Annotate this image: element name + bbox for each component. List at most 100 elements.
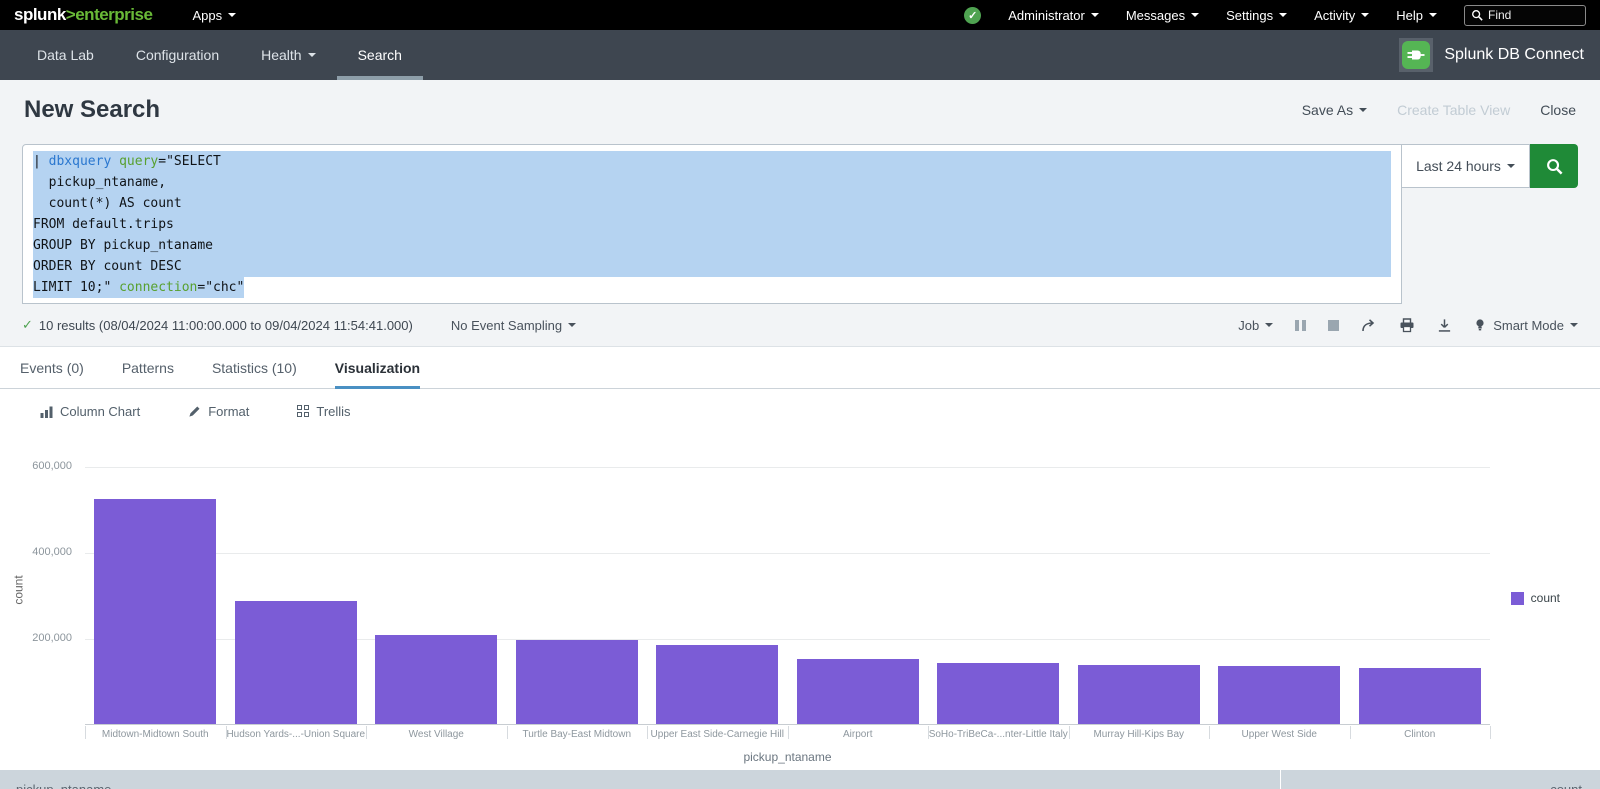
time-range-label: Last 24 hours [1416, 158, 1501, 174]
x-tick-label: Turtle Bay-East Midtown [507, 729, 648, 740]
activity-menu[interactable]: Activity [1314, 8, 1369, 23]
print-button[interactable] [1399, 318, 1415, 333]
x-axis-tick [1350, 726, 1351, 739]
nav-item-configuration[interactable]: Configuration [115, 30, 240, 80]
tab-events[interactable]: Events (0) [20, 347, 84, 388]
chevron-down-icon [308, 53, 316, 57]
bar-7[interactable] [937, 663, 1059, 724]
query-line: | dbxquery query="SELECT [33, 151, 1391, 172]
splunk-logo[interactable]: splunk>enterprise [14, 5, 152, 25]
app-identity[interactable]: Splunk DB Connect [1399, 30, 1584, 80]
search-icon [1471, 9, 1483, 21]
bar-10[interactable] [1359, 668, 1481, 724]
column-chart: count Midtown-Midtown SouthHudson Yards-… [0, 433, 1600, 770]
messages-menu[interactable]: Messages [1126, 8, 1199, 23]
bar-9[interactable] [1218, 666, 1340, 724]
legend-swatch [1511, 592, 1524, 605]
bar-6[interactable] [797, 659, 919, 724]
format-button[interactable]: Format [188, 404, 249, 419]
chart-plot-area [85, 467, 1490, 725]
x-tick-label: SoHo-TriBeCa-...nter-Little Italy [928, 729, 1069, 740]
x-axis-tick [366, 726, 367, 739]
search-mode-menu[interactable]: Smart Mode [1474, 318, 1578, 333]
bar-3[interactable] [375, 635, 497, 724]
tab-label: Events (0) [20, 360, 84, 376]
tab-patterns[interactable]: Patterns [122, 347, 174, 388]
topbar-right: ✓ Administrator Messages Settings Activi… [964, 5, 1586, 26]
help-menu[interactable]: Help [1396, 8, 1437, 23]
save-as-button[interactable]: Save As [1302, 102, 1367, 118]
chevron-down-icon [1507, 164, 1515, 168]
export-button[interactable] [1437, 318, 1452, 333]
nav-label: Configuration [136, 47, 219, 63]
activity-menu-label: Activity [1314, 8, 1355, 23]
bar-8[interactable] [1078, 665, 1200, 724]
bar-1[interactable] [94, 499, 216, 724]
search-button[interactable] [1530, 144, 1578, 188]
nav-item-data-lab[interactable]: Data Lab [16, 30, 115, 80]
legend-item-count[interactable]: count [1511, 591, 1560, 605]
tab-label: Visualization [335, 360, 420, 376]
bar-5[interactable] [656, 645, 778, 724]
legend-label: count [1531, 591, 1560, 605]
administrator-menu[interactable]: Administrator [1008, 8, 1099, 23]
tab-visualization[interactable]: Visualization [335, 347, 420, 388]
x-tick-label: Airport [788, 729, 929, 740]
trellis-icon [297, 405, 309, 417]
bar-4[interactable] [516, 640, 638, 724]
chevron-down-icon [1570, 323, 1578, 327]
y-axis-title: count [12, 575, 26, 604]
logo-enterprise-text: >enterprise [66, 5, 153, 24]
event-sampling-menu[interactable]: No Event Sampling [451, 318, 576, 333]
nav-item-search[interactable]: Search [337, 30, 423, 80]
chevron-down-icon [1279, 13, 1287, 17]
stop-button[interactable] [1328, 320, 1339, 331]
x-tick-label: Hudson Yards-...-Union Square [226, 729, 367, 740]
format-label: Format [208, 404, 249, 419]
logo-splunk-text: splunk [14, 5, 66, 24]
search-query-input[interactable]: | dbxquery query="SELECT pickup_ntaname,… [22, 144, 1402, 304]
chevron-down-icon [228, 13, 236, 17]
statistics-table-header: pickup_ntaname count [0, 770, 1600, 789]
close-button[interactable]: Close [1540, 102, 1576, 118]
x-axis-tick [788, 726, 789, 739]
pencil-icon [188, 405, 201, 418]
nav-item-health[interactable]: Health [240, 30, 336, 80]
apps-menu[interactable]: Apps [192, 8, 236, 23]
chart-type-button[interactable]: Column Chart [40, 404, 140, 419]
column-header-pickup-ntaname[interactable]: pickup_ntaname [0, 770, 1280, 789]
page-title: New Search [24, 96, 160, 124]
lightbulb-icon [1474, 318, 1486, 333]
x-axis-tick [1490, 726, 1491, 739]
app-name: Splunk DB Connect [1444, 46, 1584, 64]
x-tick-label: Upper West Side [1209, 729, 1350, 740]
settings-menu[interactable]: Settings [1226, 8, 1287, 23]
share-button[interactable] [1361, 318, 1377, 333]
trellis-button[interactable]: Trellis [297, 404, 350, 419]
help-menu-label: Help [1396, 8, 1423, 23]
gridline [85, 467, 1490, 468]
find-input[interactable] [1488, 8, 1568, 22]
y-tick-label: 600,000 [0, 460, 72, 472]
x-axis-tick [226, 726, 227, 739]
messages-menu-label: Messages [1126, 8, 1185, 23]
x-axis-tick [647, 726, 648, 739]
job-menu-label: Job [1238, 318, 1259, 333]
time-range-picker[interactable]: Last 24 hours [1402, 144, 1530, 188]
x-tick-label: Clinton [1350, 729, 1491, 740]
health-status-icon[interactable]: ✓ [964, 7, 981, 24]
success-check-icon: ✓ [22, 317, 33, 333]
find-search-box[interactable] [1464, 5, 1586, 26]
y-tick-label: 400,000 [0, 546, 72, 558]
x-axis-title: pickup_ntaname [85, 750, 1490, 764]
settings-menu-label: Settings [1226, 8, 1273, 23]
nav-label: Data Lab [37, 47, 94, 63]
create-table-view-button[interactable]: Create Table View [1397, 102, 1510, 118]
column-header-count[interactable]: count [1280, 770, 1600, 789]
bar-2[interactable] [235, 601, 357, 724]
results-bar: ✓ 10 results (08/04/2024 11:00:00.000 to… [0, 304, 1600, 347]
chart-type-label: Column Chart [60, 404, 140, 419]
job-menu[interactable]: Job [1238, 318, 1273, 333]
tab-statistics[interactable]: Statistics (10) [212, 347, 297, 388]
pause-button[interactable] [1295, 320, 1306, 331]
